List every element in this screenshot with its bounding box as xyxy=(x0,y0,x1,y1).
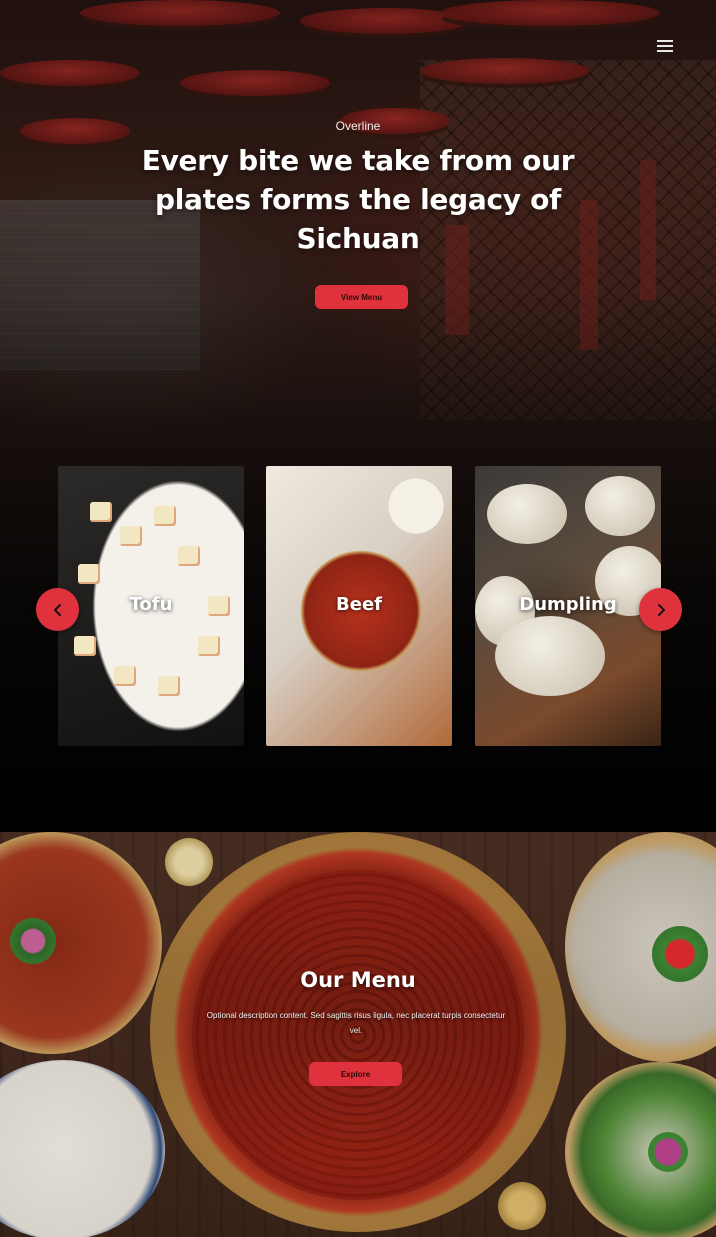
tofu-cube-decoration xyxy=(154,506,176,526)
menu-line xyxy=(657,45,673,47)
explore-button[interactable]: Explore xyxy=(309,1062,402,1086)
carousel-prev-button[interactable] xyxy=(36,588,79,631)
view-menu-button[interactable]: View Menu xyxy=(315,285,408,309)
carousel-next-button[interactable] xyxy=(639,588,682,631)
carousel-card-label: Dumpling xyxy=(519,594,617,615)
hero-overline: Overline xyxy=(335,119,381,133)
dumpling-decoration xyxy=(585,476,655,536)
our-menu-description: Optional description content. Sed sagitt… xyxy=(206,1011,506,1035)
carousel-card-label: Tofu xyxy=(129,594,173,615)
carousel-card-dumpling[interactable]: Dumpling xyxy=(475,466,661,746)
tofu-cube-decoration xyxy=(178,546,200,566)
tofu-cube-decoration xyxy=(198,636,220,656)
tofu-cube-decoration xyxy=(120,526,142,546)
carousel-card-label: Beef xyxy=(336,594,382,615)
hamburger-menu-icon[interactable] xyxy=(654,38,676,54)
our-menu-title: Our Menu xyxy=(300,968,416,992)
chevron-left-icon xyxy=(53,603,61,616)
dumpling-decoration xyxy=(487,484,567,544)
tofu-cube-decoration xyxy=(74,636,96,656)
tofu-cube-decoration xyxy=(114,666,136,686)
menu-line xyxy=(657,40,673,42)
tofu-cube-decoration xyxy=(78,564,100,584)
chevron-right-icon xyxy=(657,603,665,616)
carousel-card-beef[interactable]: Beef xyxy=(266,466,452,746)
tofu-cube-decoration xyxy=(90,502,112,522)
menu-line xyxy=(657,50,673,52)
tofu-cube-decoration xyxy=(158,676,180,696)
hero-title: Every bite we take from our plates forms… xyxy=(141,144,575,255)
carousel-card-tofu[interactable]: Tofu xyxy=(58,466,244,746)
dumpling-decoration xyxy=(495,616,605,696)
